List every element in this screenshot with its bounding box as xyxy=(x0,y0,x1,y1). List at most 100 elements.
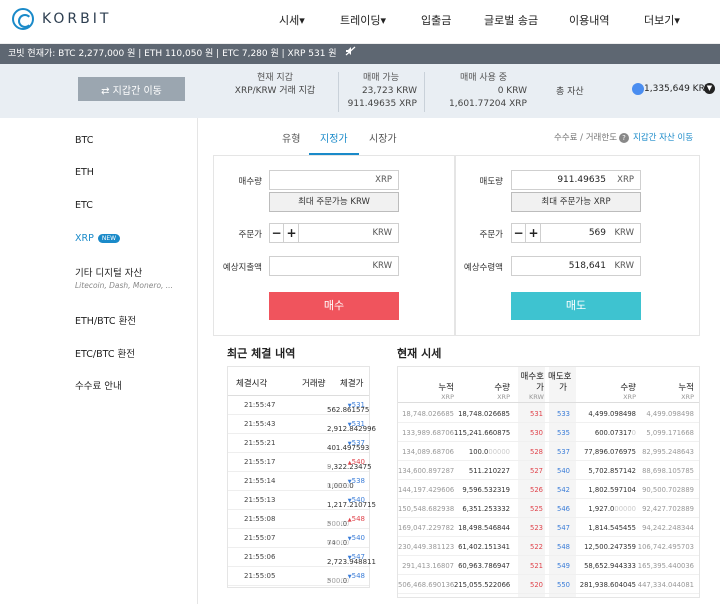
sell-max-xrp-button[interactable]: 최대 주문가능 XRP xyxy=(511,192,641,212)
sidebar-item-etc[interactable]: ETC xyxy=(75,200,93,211)
inuse-label: 매매 사용 중 xyxy=(459,73,508,83)
nav-global-remittance[interactable]: 글로벌 송금 xyxy=(484,12,538,28)
nav-trading[interactable]: 트레이딩▾ xyxy=(340,12,386,28)
wallet-asset-transfer-link[interactable]: 지갑간 자산 이동 xyxy=(633,133,693,143)
sidebar-item-xrp[interactable]: XRP NEW xyxy=(75,233,121,244)
orderbook-row[interactable]: 133,989.68706 115,241.660875 530 535 600.073… xyxy=(398,423,699,442)
available-krw: 23,723 KRW xyxy=(361,86,417,96)
buy-price-decrement-button[interactable]: − xyxy=(270,224,284,242)
bid-price[interactable]: 548 xyxy=(550,543,577,551)
bid-price[interactable]: 549 xyxy=(550,562,577,570)
sidebar-item-label: XRP xyxy=(75,233,94,244)
bid-quantity: 1,814.545455 xyxy=(588,524,636,532)
bid-qty-unit: XRP xyxy=(623,393,636,401)
recent-trades-title: 최근 체결 내역 xyxy=(227,347,296,360)
inuse-krw: 0 KRW xyxy=(497,86,527,96)
buy-expected-label: 예상지출액 xyxy=(222,263,262,273)
total-assets-label: 총 자산 xyxy=(556,87,584,97)
ask-price[interactable]: 521 xyxy=(510,562,543,570)
sell-price-decrement-button[interactable]: − xyxy=(512,224,526,242)
sell-button[interactable]: 매도 xyxy=(511,292,641,320)
sell-expected-label: 예상수령액 xyxy=(463,263,503,273)
orderbook-row[interactable]: 230,449.381123 61,402.151341 522 548 12,500.… xyxy=(398,537,699,556)
buy-max-krw-button[interactable]: 최대 주문가능 KRW xyxy=(269,192,399,212)
inuse-balance: 매매 사용 중 0 KRW 1,601.77204 XRP xyxy=(440,72,527,111)
table-row: 21:55:21 401.497593 ▼537 xyxy=(228,434,369,453)
bid-price-header-2: 가 xyxy=(559,383,567,393)
ask-price[interactable]: 523 xyxy=(510,524,543,532)
sell-price-increment-button[interactable]: + xyxy=(527,224,541,242)
mute-icon[interactable] xyxy=(345,44,356,64)
ask-quantity: 215,055.522066 xyxy=(454,581,511,589)
bid-price[interactable]: 542 xyxy=(550,486,577,494)
orderbook-header: 누적 XRP 수량 XRP 매수호 가 KRW 매도호 가 수량 XRP 누적 … xyxy=(398,367,699,403)
bid-price[interactable]: 535 xyxy=(550,429,577,437)
bid-cumulative: 94,242.248344 xyxy=(642,524,694,532)
tab-market[interactable]: 시장가 xyxy=(369,130,397,145)
ask-quantity: 6,351.253332 xyxy=(462,505,510,513)
orderbook-row[interactable]: 150,548.682938 6,351.253332 525 546 1,927.00… xyxy=(398,499,699,518)
bid-price[interactable]: 540 xyxy=(550,467,577,475)
orderbook-row[interactable]: 291,413.16807 60,963.786947 521 549 58,652.9… xyxy=(398,556,699,575)
bid-price[interactable]: 533 xyxy=(550,410,577,418)
nav-history[interactable]: 이용내역 xyxy=(569,12,609,28)
ask-cum-header: 누적 xyxy=(438,383,454,393)
ask-cumulative: 291,413.16807 xyxy=(402,562,454,570)
ask-quantity: 18,748.026685 xyxy=(458,410,510,418)
orderbook-row[interactable]: 144,197.429606 9,596.532319 526 542 1,802.59… xyxy=(398,480,699,499)
ask-price[interactable]: 530 xyxy=(510,429,543,437)
buy-price-input[interactable]: − + KRW xyxy=(269,223,399,243)
buy-button[interactable]: 매수 xyxy=(269,292,399,320)
available-balance: 매매 가능 23,723 KRW 911.49635 XRP xyxy=(345,72,417,111)
tab-limit[interactable]: 지정가 xyxy=(320,130,348,145)
fee-limits-link[interactable]: 수수료 / 거래한도? 지갑간 자산 이동 xyxy=(554,131,693,143)
korbit-logo[interactable]: KORBIT xyxy=(12,8,111,30)
ask-price-unit: KRW xyxy=(529,393,544,401)
ask-cumulative: 18,748.026685 xyxy=(402,410,454,418)
buy-qty-input[interactable]: XRP xyxy=(269,170,399,190)
sell-price-input[interactable]: − + 569 KRW xyxy=(511,223,641,243)
trade-time: 21:55:13 xyxy=(244,496,276,504)
trade-time: 21:55:08 xyxy=(244,515,276,523)
sell-qty-input[interactable]: 911.49635 XRP xyxy=(511,170,641,190)
chevron-down-icon[interactable]: ▼ xyxy=(704,83,715,94)
ask-price[interactable]: 520 xyxy=(510,581,543,589)
sidebar-item-eth[interactable]: ETH xyxy=(75,167,94,178)
tab-type: 유형 xyxy=(282,134,301,145)
trade-time: 21:55:07 xyxy=(244,534,276,542)
ask-quantity: 115,241.660875 xyxy=(454,429,511,437)
ask-price[interactable]: 522 xyxy=(510,543,543,551)
brand-name: KORBIT xyxy=(42,11,112,27)
orderbook-row[interactable]: 134,600.897287 511.210227 527 540 5,702.8571… xyxy=(398,461,699,480)
bid-price[interactable]: 537 xyxy=(550,448,577,456)
ask-price[interactable]: 525 xyxy=(510,505,543,513)
nav-more[interactable]: 더보기▾ xyxy=(644,12,680,28)
sidebar-item-btc[interactable]: BTC xyxy=(75,135,93,146)
ask-price[interactable]: 528 xyxy=(510,448,543,456)
help-icon[interactable]: ? xyxy=(619,133,630,143)
ask-price[interactable]: 527 xyxy=(510,467,543,475)
bid-cumulative: 88,698.105785 xyxy=(642,467,694,475)
ask-cumulative: 230,449.381123 xyxy=(398,543,455,551)
sidebar-item-eth-btc[interactable]: ETH/BTC 환전 xyxy=(75,313,136,327)
sidebar-item-fees[interactable]: 수수료 안내 xyxy=(75,378,122,392)
wallet-transfer-button[interactable]: ⇄ 지갑간 이동 xyxy=(78,77,185,101)
sidebar-item-other-assets[interactable]: 기타 디지털 자산 xyxy=(75,265,142,279)
ask-price[interactable]: 531 xyxy=(510,410,543,418)
orderbook-row[interactable]: 18,748.026685 18,748.026685 531 533 4,499.09… xyxy=(398,404,699,423)
buy-price-increment-button[interactable]: + xyxy=(285,224,299,242)
bid-price[interactable]: 546 xyxy=(550,505,577,513)
bid-price[interactable]: 550 xyxy=(550,581,577,589)
orderbook-row[interactable]: 134,089.68706 100.000000 528 537 77,896.0769… xyxy=(398,442,699,461)
nav-market[interactable]: 시세▾ xyxy=(279,12,305,28)
sidebar-item-etc-btc[interactable]: ETC/BTC 환전 xyxy=(75,346,135,360)
nav-deposit-withdraw[interactable]: 입출금 xyxy=(421,12,451,28)
coin-sidebar: BTC ETH ETC XRP NEW 기타 디지털 자산 Litecoin, D… xyxy=(65,118,198,604)
buy-price-label: 주문가 xyxy=(238,230,262,240)
orderbook-row[interactable]: 169,047.229782 18,498.546844 523 547 1,814.5… xyxy=(398,518,699,537)
bid-price[interactable]: 547 xyxy=(550,524,577,532)
orderbook-row[interactable]: 506,468.690136 215,055.522066 520 550 281,93… xyxy=(398,575,699,594)
left-gutter xyxy=(0,118,65,604)
ask-price[interactable]: 526 xyxy=(510,486,543,494)
bid-quantity: 5,702.857142 xyxy=(588,467,636,475)
